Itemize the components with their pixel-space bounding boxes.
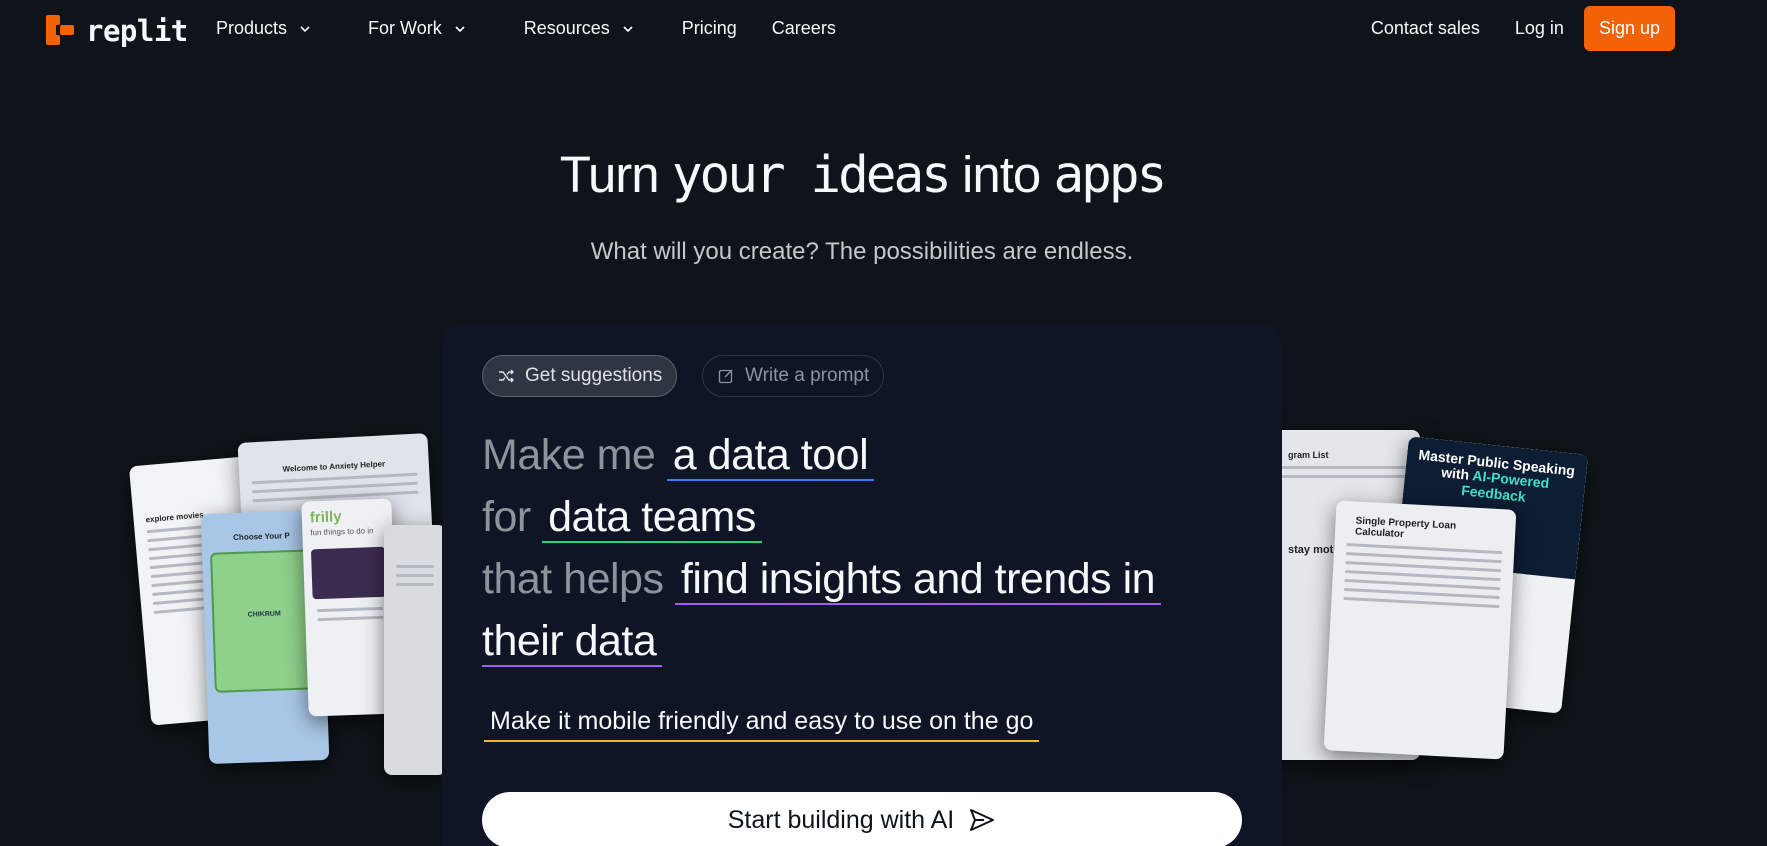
preview-card-misc xyxy=(384,525,446,775)
replit-logo[interactable]: replit xyxy=(46,14,188,48)
prompt-make-me: Make me xyxy=(482,431,656,479)
chevron-down-icon xyxy=(300,25,310,32)
start-building-label: Start building with AI xyxy=(727,805,955,834)
edit-icon xyxy=(718,369,733,384)
nav-pricing-label: Pricing xyxy=(681,18,737,38)
prompt-goal[interactable]: find insights and trends in xyxy=(674,555,1162,605)
prompt-that-helps: that helps xyxy=(482,555,664,603)
write-prompt-label: Write a prompt xyxy=(745,365,870,386)
contact-sales-link[interactable]: Contact sales xyxy=(1371,18,1480,39)
prompt-builder-panel: Get suggestions Write a prompt Make me a… xyxy=(442,325,1282,846)
logo-wordmark: replit xyxy=(86,14,188,48)
shuffle-icon xyxy=(499,369,514,383)
prompt-audience[interactable]: data teams xyxy=(542,493,762,543)
anxiety-title: Welcome to Anxiety Helper xyxy=(282,459,386,474)
hero-title-into: into xyxy=(948,146,1054,203)
extra-requirement[interactable]: Make it mobile friendly and easy to use … xyxy=(484,707,1040,742)
prompt-line-1: Make me a data tool xyxy=(482,431,875,481)
chevron-down-icon xyxy=(455,25,465,32)
login-link[interactable]: Log in xyxy=(1515,18,1564,39)
top-nav: replit Products For Work Resources Prici… xyxy=(0,0,1767,58)
program-list-title: gram List xyxy=(1288,450,1329,460)
hero-title-turn: Turn xyxy=(559,146,672,203)
nav-careers[interactable]: Careers xyxy=(772,18,836,39)
nav-resources-label: Resources xyxy=(523,18,610,38)
nav-careers-label: Careers xyxy=(771,18,836,38)
frilly-title: frilly xyxy=(309,508,342,527)
nav-for-work-label: For Work xyxy=(368,18,442,38)
nav-resources[interactable]: Resources xyxy=(524,18,634,39)
hero-title-your: your xyxy=(671,146,811,205)
prompt-goal-continued[interactable]: their data xyxy=(482,617,663,667)
replit-logo-icon xyxy=(46,15,76,47)
nav-products-label: Products xyxy=(216,18,288,38)
signup-button[interactable]: Sign up xyxy=(1583,6,1675,51)
send-icon xyxy=(970,809,995,831)
nav-links: Products For Work Resources Pricing Care… xyxy=(216,18,836,39)
hero-title-apps: apps xyxy=(1053,146,1167,205)
get-suggestions-label: Get suggestions xyxy=(525,365,663,386)
preview-card-loan-calc: Single Property Loan Calculator xyxy=(1323,500,1517,760)
nav-for-work[interactable]: For Work xyxy=(368,18,466,39)
pokemon-name: CHIKRUM xyxy=(247,610,281,619)
hero-title-ideas: ideas xyxy=(810,146,952,205)
write-prompt-button[interactable]: Write a prompt xyxy=(702,355,885,397)
hero-title: Turn your ideas into apps xyxy=(0,145,1724,205)
prompt-line-2: for data teams xyxy=(482,493,762,543)
prompt-for: for xyxy=(482,493,531,541)
start-building-button[interactable]: Start building with AI xyxy=(482,792,1242,846)
prompt-line-3: that helps find insights and trends in xyxy=(482,555,1162,605)
hero-subtitle: What will you create? The possibilities … xyxy=(590,238,1134,265)
prompt-app-type[interactable]: a data tool xyxy=(666,431,875,481)
nav-pricing[interactable]: Pricing xyxy=(682,18,737,39)
nav-actions: Contact sales Log in Sign up xyxy=(1371,6,1675,51)
nav-products[interactable]: Products xyxy=(216,18,311,39)
chevron-down-icon xyxy=(623,25,633,32)
prompt-line-4: their data xyxy=(482,617,663,667)
get-suggestions-button[interactable]: Get suggestions xyxy=(482,355,678,397)
